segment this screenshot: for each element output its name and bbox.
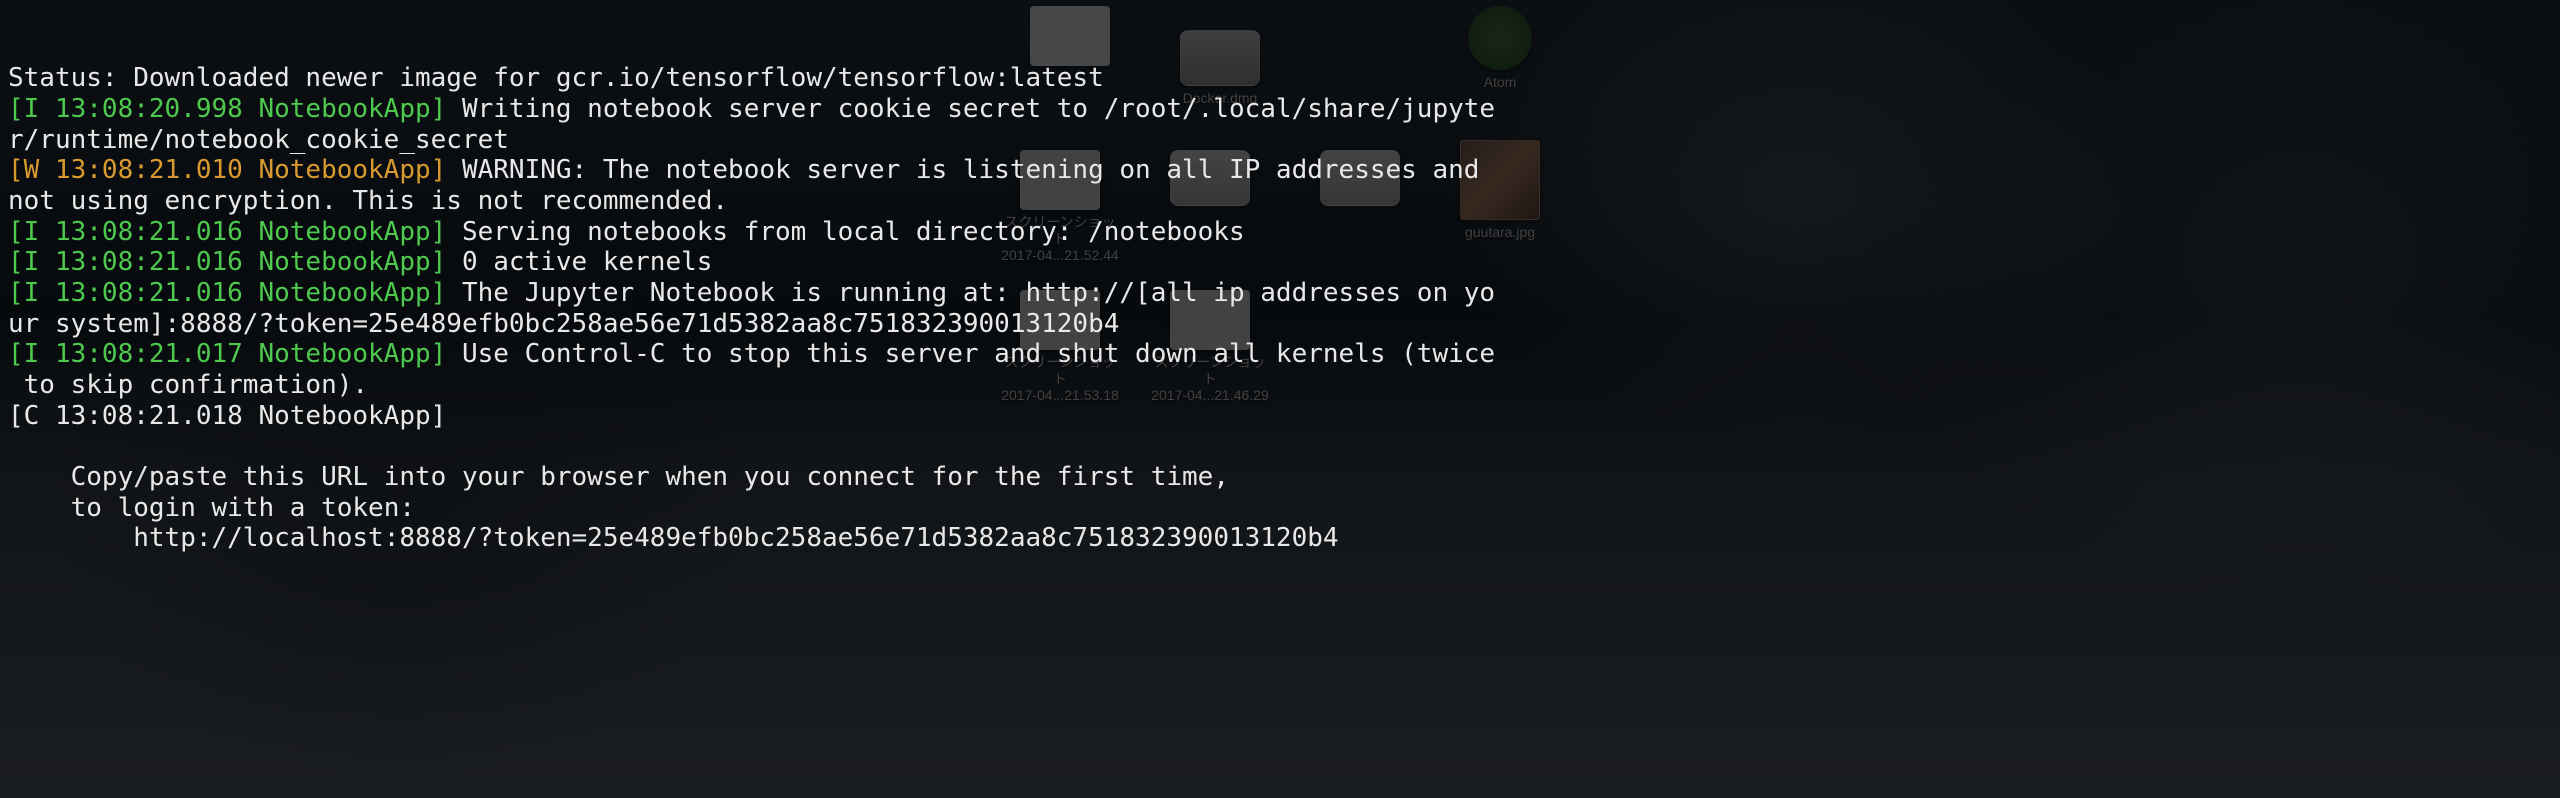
terminal-line <box>8 431 2552 462</box>
terminal-output: Status: Downloaded newer image for gcr.i… <box>8 63 2552 554</box>
terminal-line: [I 13:08:21.017 NotebookApp] Use Control… <box>8 339 2552 400</box>
log-body: Serving notebooks from local directory: … <box>446 217 1244 247</box>
terminal-line: http://localhost:8888/?token=25e489efb0b… <box>8 523 2552 554</box>
log-body: http://localhost:8888/?token=25e489efb0b… <box>8 523 1339 553</box>
log-prefix: [I 13:08:21.016 NotebookApp] <box>8 278 446 308</box>
log-prefix: [I 13:08:20.998 NotebookApp] <box>8 94 446 124</box>
terminal-window[interactable]: Status: Downloaded newer image for gcr.i… <box>0 0 2560 798</box>
log-prefix: [I 13:08:21.016 NotebookApp] <box>8 247 446 277</box>
terminal-line: Copy/paste this URL into your browser wh… <box>8 462 2552 493</box>
terminal-line: [I 13:08:21.016 NotebookApp] 0 active ke… <box>8 247 2552 278</box>
log-prefix: [I 13:08:21.016 NotebookApp] <box>8 217 446 247</box>
terminal-line: [I 13:08:21.016 NotebookApp] Serving not… <box>8 217 2552 248</box>
log-body <box>8 431 71 461</box>
log-body: 0 active kernels <box>446 247 728 277</box>
log-prefix: [I 13:08:21.017 NotebookApp] <box>8 339 446 369</box>
log-prefix: [W 13:08:21.010 NotebookApp] <box>8 155 446 185</box>
log-body: Copy/paste this URL into your browser wh… <box>8 462 1229 492</box>
log-body: to login with a token: <box>8 493 415 523</box>
log-body <box>446 401 462 431</box>
terminal-line: [I 13:08:20.998 NotebookApp] Writing not… <box>8 94 2552 155</box>
terminal-line: Status: Downloaded newer image for gcr.i… <box>8 63 2552 94</box>
terminal-line: [W 13:08:21.010 NotebookApp] WARNING: Th… <box>8 155 2552 216</box>
log-body: Status: Downloaded newer image for gcr.i… <box>8 63 1104 93</box>
terminal-line: to login with a token: <box>8 493 2552 524</box>
terminal-line: [C 13:08:21.018 NotebookApp] <box>8 401 2552 432</box>
log-prefix: [C 13:08:21.018 NotebookApp] <box>8 401 446 431</box>
terminal-line: [I 13:08:21.016 NotebookApp] The Jupyter… <box>8 278 2552 339</box>
